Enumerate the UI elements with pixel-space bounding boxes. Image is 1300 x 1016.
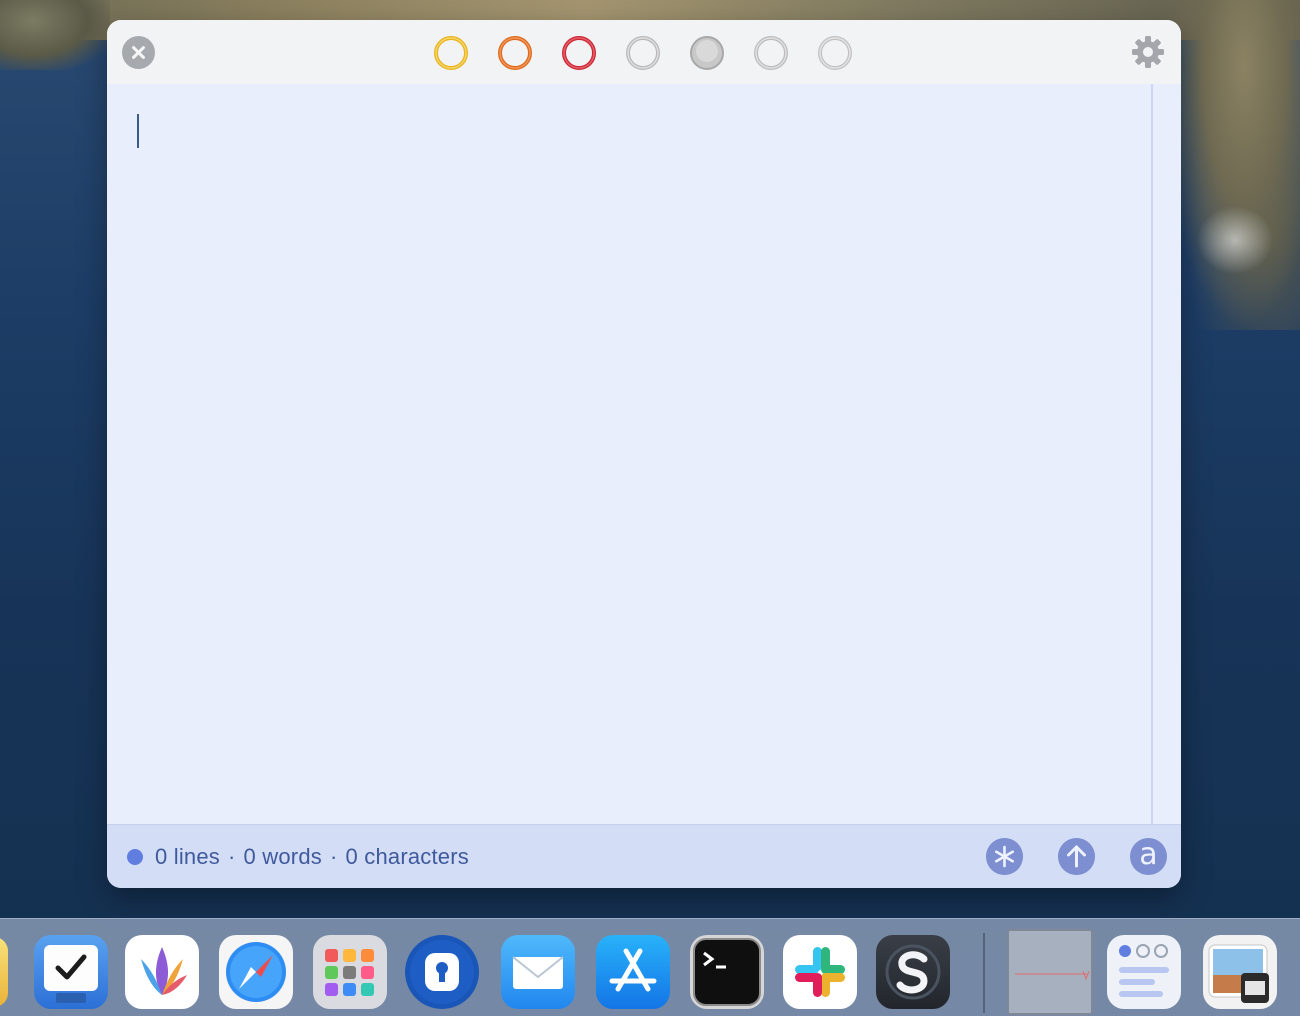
gear-icon[interactable]: [1131, 35, 1165, 69]
slack-icon[interactable]: [783, 935, 857, 1009]
mail-icon[interactable]: [501, 935, 575, 1009]
app-window: 0 lines · 0 words · 0 characters a: [107, 20, 1181, 888]
swatch-gray-3[interactable]: [753, 35, 789, 71]
scrivener-icon[interactable]: [876, 935, 950, 1009]
status-bar: 0 lines · 0 words · 0 characters a: [107, 824, 1181, 888]
line-count: 0 lines: [155, 844, 220, 869]
partial-app-icon[interactable]: [0, 937, 8, 1007]
arrow-up-icon[interactable]: [1058, 838, 1095, 875]
letter-a-icon[interactable]: a: [1130, 838, 1167, 875]
text-caret: [137, 114, 139, 148]
launchpad-icon[interactable]: [313, 935, 387, 1009]
swatch-gray-4[interactable]: [817, 35, 853, 71]
terminal-icon[interactable]: [690, 935, 764, 1009]
vector-app-icon[interactable]: [125, 935, 199, 1009]
status-dot-icon: [127, 849, 143, 865]
window-app-icon[interactable]: [1107, 935, 1181, 1009]
wallpaper-foam: [1190, 200, 1280, 280]
wallpaper-cliff-right: [1160, 0, 1300, 330]
text-editor[interactable]: [107, 84, 1152, 824]
asterisk-icon[interactable]: [986, 838, 1023, 875]
swatch-red[interactable]: [561, 35, 597, 71]
character-count: 0 characters: [345, 844, 469, 869]
close-icon[interactable]: [122, 36, 155, 69]
document-preview-icon[interactable]: [1007, 929, 1093, 1015]
preview-icon[interactable]: [1203, 935, 1277, 1009]
swatch-gray-1[interactable]: [625, 35, 661, 71]
app-store-icon[interactable]: [596, 935, 670, 1009]
dock: [0, 918, 1300, 1016]
scrollbar-track[interactable]: [1153, 84, 1181, 824]
stats-separator: ·: [329, 844, 338, 869]
font-button-label: a: [1139, 836, 1158, 872]
stats-separator: ·: [228, 844, 236, 869]
swatch-yellow[interactable]: [433, 35, 469, 71]
safari-icon[interactable]: [219, 935, 293, 1009]
password-manager-icon[interactable]: [405, 935, 479, 1009]
swatch-gray-selected[interactable]: [689, 35, 725, 71]
title-bar: [107, 20, 1181, 84]
wallpaper-cliff-left: [0, 0, 110, 70]
word-count: 0 words: [243, 844, 322, 869]
tasks-app-icon[interactable]: [34, 935, 108, 1009]
dock-divider: [983, 933, 985, 1013]
swatch-orange[interactable]: [497, 35, 533, 71]
document-stats: 0 lines · 0 words · 0 characters: [155, 844, 469, 870]
